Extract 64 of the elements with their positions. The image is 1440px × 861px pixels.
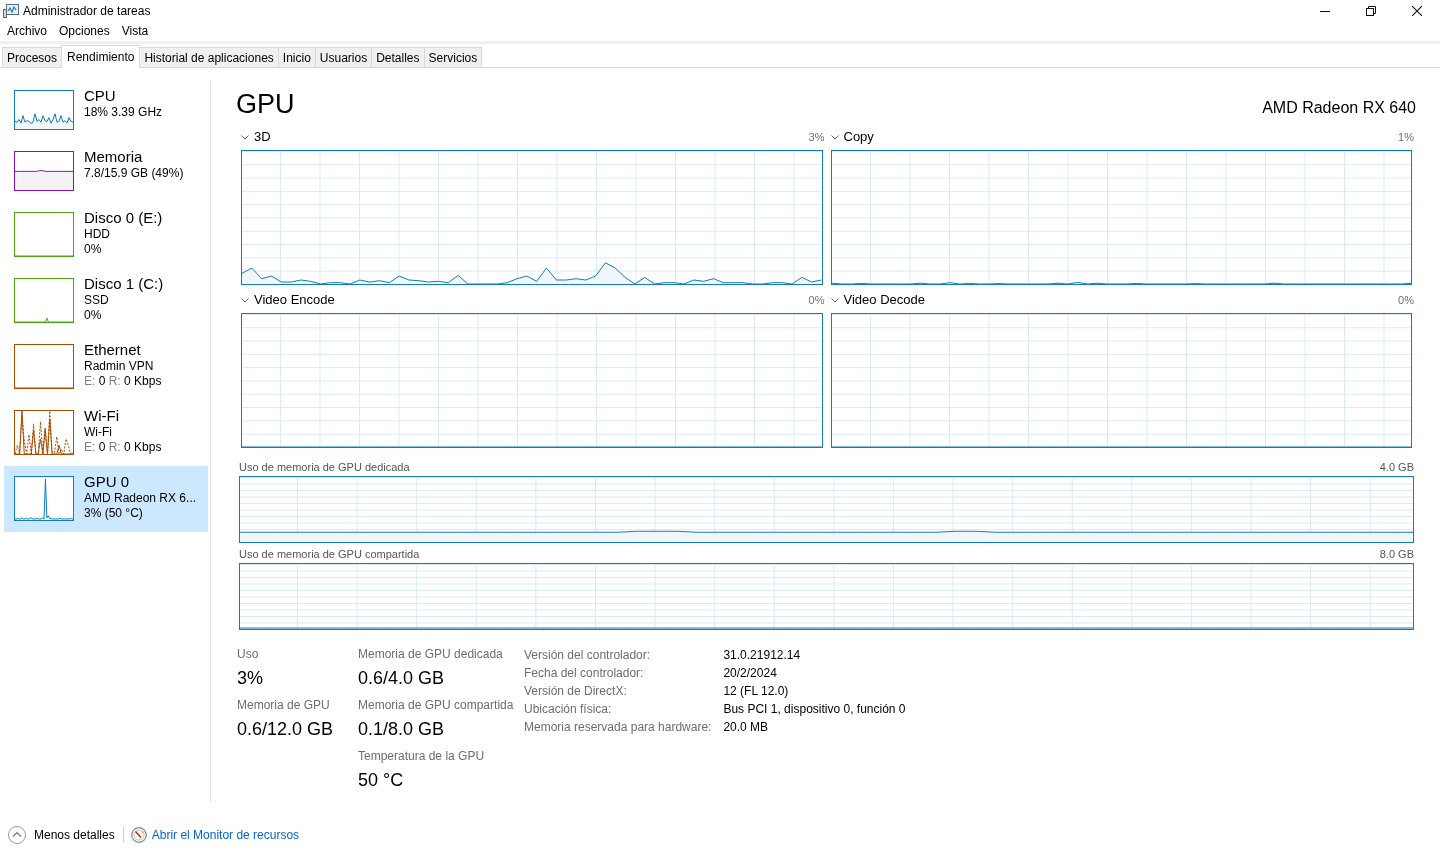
stat-value: 0.1/8.0 GB	[358, 718, 445, 741]
property-label: Versión del controlador:	[524, 647, 652, 664]
stat-label: Temperatura de la GPU	[358, 748, 485, 764]
menu-item[interactable]: Archivo	[1, 22, 53, 41]
menu-item[interactable]: Opciones	[53, 22, 116, 41]
minimize-icon	[1320, 10, 1330, 12]
property-value: 12 (FL 12.0)	[723, 683, 790, 700]
engine-selector[interactable]: Video Decode	[830, 293, 925, 307]
chevron-down-icon	[241, 134, 249, 140]
tab[interactable]: Usuarios	[314, 47, 373, 67]
chevron-down-icon	[830, 297, 839, 303]
chevron-down-icon	[241, 297, 249, 303]
chart-window-icon	[3, 4, 19, 18]
device-type-title: GPU	[236, 88, 295, 121]
sidebar-item[interactable]: Disco 1 (C:) SSD 0%	[4, 268, 208, 334]
stat-value: 0.6/12.0 GB	[237, 718, 334, 741]
tab[interactable]: Servicios	[423, 47, 483, 67]
engine-selector[interactable]: Copy	[830, 130, 874, 144]
property-label: Fecha del controlador:	[524, 665, 645, 682]
property-value: 20/2/2024	[723, 665, 778, 682]
resource-monitor-link[interactable]: Abrir el Monitor de recursos	[130, 826, 300, 843]
engine-usage-reading: 0%	[1398, 294, 1414, 306]
stat-label: Uso	[237, 646, 259, 662]
engine-usage-reading: 3%	[808, 131, 825, 143]
graph-label: Uso de memoria de GPU dedicada	[239, 461, 410, 473]
stat-label: Memoria de GPU dedicada	[358, 646, 503, 662]
stat-value: 50 °C	[358, 769, 404, 792]
property-value: 20.0 MB	[723, 719, 770, 736]
sidebar-item[interactable]: GPU 0 AMD Radeon RX 6... 3% (50 °C)	[4, 466, 208, 532]
property-label: Memoria reservada para hardware:	[524, 719, 712, 736]
chevron-up-icon	[8, 825, 26, 844]
property-label: Versión de DirectX:	[524, 683, 628, 700]
tab[interactable]: Inicio	[277, 47, 316, 67]
stat-value: 0.6/4.0 GB	[358, 667, 445, 690]
tab[interactable]: Procesos	[2, 47, 63, 67]
property-value: Bus PCI 1, dispositivo 0, función 0	[723, 701, 906, 718]
engine-usage-reading: 0%	[808, 294, 825, 306]
tab[interactable]: Rendimiento	[61, 45, 141, 68]
sidebar-item[interactable]: Disco 0 (E:) HDD 0%	[4, 202, 208, 268]
device-name: AMD Radeon RX 640	[1262, 99, 1416, 117]
close-icon	[1412, 6, 1422, 16]
tab[interactable]: Detalles	[371, 47, 425, 67]
property-value: 31.0.21912.14	[723, 647, 802, 664]
sidebar-item[interactable]: Ethernet Radmin VPN E: 0 R: 0 Kbps	[4, 334, 208, 400]
menu-item[interactable]: Vista	[115, 22, 155, 41]
engine-selector[interactable]: 3D	[241, 130, 271, 144]
stat-value: 3%	[237, 667, 263, 690]
fewer-details-button[interactable]: Menos detalles	[8, 825, 115, 844]
graph-max-label: 8.0 GB	[1379, 548, 1414, 560]
engine-selector[interactable]: Video Encode	[241, 293, 335, 307]
restore-icon	[1366, 6, 1376, 16]
property-label: Ubicación física:	[524, 701, 613, 718]
window-title: Administrador de tareas	[23, 4, 151, 18]
tab[interactable]: Historial de aplicaciones	[139, 47, 279, 67]
stat-label: Memoria de GPU	[237, 697, 330, 713]
sidebar-item[interactable]: CPU 18% 3.39 GHz	[4, 80, 208, 141]
chevron-down-icon	[830, 134, 839, 140]
graph-max-label: 4.0 GB	[1379, 461, 1414, 473]
sidebar-item[interactable]: Memoria 7.8/15.9 GB (49%)	[4, 141, 208, 202]
graph-label: Uso de memoria de GPU compartida	[239, 548, 420, 560]
stat-label: Memoria de GPU compartida	[358, 697, 514, 713]
gauge-icon	[130, 826, 147, 843]
engine-usage-reading: 1%	[1398, 131, 1414, 143]
sidebar-item[interactable]: Wi-Fi Wi-Fi E: 0 R: 0 Kbps	[4, 400, 208, 466]
